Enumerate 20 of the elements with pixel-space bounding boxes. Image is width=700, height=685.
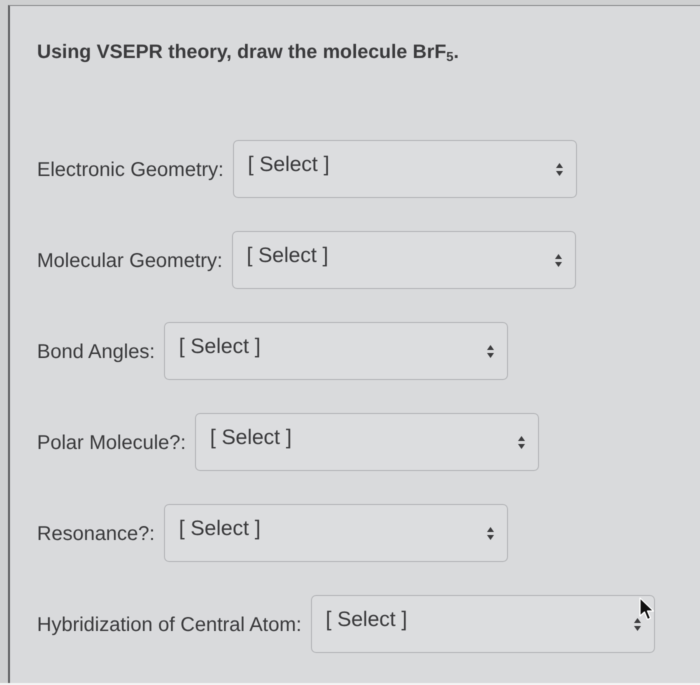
field-label: Bond Angles: — [37, 340, 155, 364]
field-label: Molecular Geometry: — [37, 250, 223, 272]
up-down-arrows-icon — [518, 436, 525, 448]
select-dropdown[interactable]: [ Select ] — [194, 413, 539, 471]
field-label: Electronic Geometry: — [37, 158, 224, 182]
select-dropdown[interactable]: [ Select ] — [232, 140, 577, 198]
up-down-arrows-icon — [486, 526, 494, 540]
up-down-arrows-icon — [554, 254, 562, 266]
mouse-pointer-icon — [639, 597, 655, 621]
select-dropdown[interactable]: [ Select ] — [232, 231, 576, 289]
up-down-arrows-icon — [486, 344, 494, 358]
select-dropdown[interactable]: [ Select ] — [164, 322, 508, 380]
field-label: Hybridization of Central Atom: — [37, 614, 302, 636]
up-down-arrows-icon — [556, 162, 563, 176]
field-label: Resonance?: — [37, 522, 155, 546]
select-dropdown[interactable]: [ Select ] — [164, 504, 508, 562]
select-dropdown[interactable]: [ Select ] — [310, 595, 655, 653]
field-label: Polar Molecule?: — [37, 432, 186, 454]
question-text: Using VSEPR theory, draw the molecule BrF$_{5}$. — [37, 41, 459, 64]
up-down-arrows-icon — [634, 618, 641, 630]
